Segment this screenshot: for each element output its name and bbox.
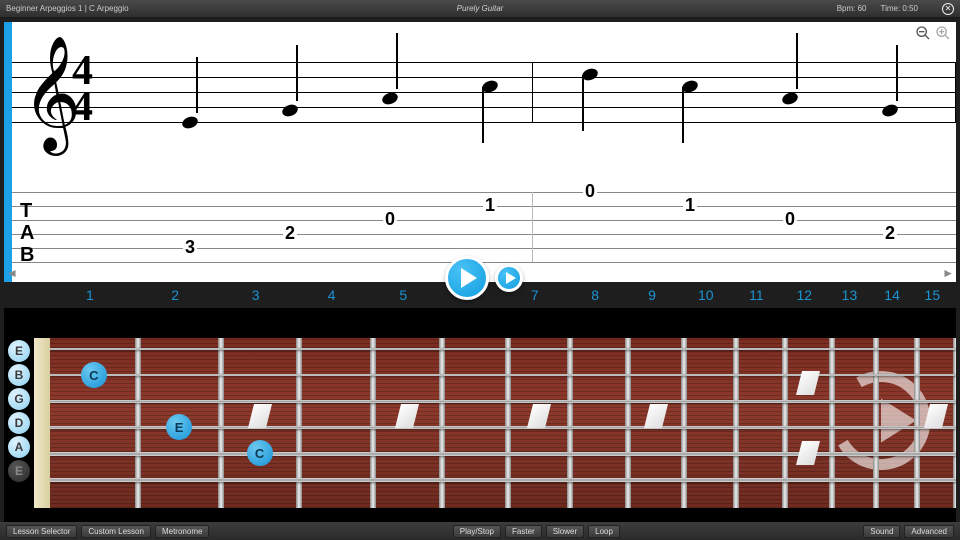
tab-letter: A	[20, 222, 34, 245]
tab-number: 0	[783, 209, 797, 230]
fret-wire	[439, 338, 445, 508]
slower-button[interactable]: Slower	[546, 525, 584, 538]
string	[50, 400, 956, 403]
notation-panel: 𝄞 4 4 TAB 3 2 0 1 0 1 0 2 ◄ ►	[4, 22, 956, 282]
open-string[interactable]: B	[8, 364, 30, 386]
string	[50, 478, 956, 482]
tab-number: 2	[883, 223, 897, 244]
fret-inlay	[527, 404, 551, 428]
zoom-in-button[interactable]	[934, 24, 952, 42]
tab-letter: T	[20, 200, 32, 223]
open-string[interactable]: E	[8, 460, 30, 482]
faster-button[interactable]: Faster	[505, 525, 542, 538]
scroll-left-button[interactable]: ◄	[6, 266, 18, 280]
fret-wire	[914, 338, 920, 508]
fret-inlay	[924, 404, 948, 428]
fret-wire	[829, 338, 835, 508]
lesson-selector-button[interactable]: Lesson Selector	[6, 525, 77, 538]
play-stop-button[interactable]: Play/Stop	[453, 525, 501, 538]
fret-number: 15	[913, 287, 952, 303]
nut	[34, 338, 50, 508]
string	[50, 374, 956, 376]
bottom-bar: Lesson Selector Custom Lesson Metronome Pl…	[0, 522, 960, 540]
string	[50, 452, 956, 456]
tab-number: 0	[383, 209, 397, 230]
fret-wire	[625, 338, 631, 508]
fret-number: 8	[566, 287, 625, 303]
fret-number: 4	[295, 287, 369, 303]
fret-inlay	[796, 441, 820, 465]
open-string[interactable]: D	[8, 412, 30, 434]
fretboard[interactable]: EBGDAE CEC	[4, 308, 956, 522]
fret-wire	[782, 338, 788, 508]
tab-letter: B	[20, 244, 34, 267]
fret-number: 10	[680, 287, 732, 303]
zoom-out-button[interactable]	[914, 24, 932, 42]
fret-number: 12	[781, 287, 827, 303]
tab-number: 1	[683, 195, 697, 216]
fret-wire	[135, 338, 141, 508]
tab-staff: TAB32010102	[12, 192, 956, 262]
open-string[interactable]: A	[8, 436, 30, 458]
top-bar: Beginner Arpeggios 1 | C Arpeggio Purely…	[0, 0, 960, 18]
fret-number: 13	[828, 287, 872, 303]
fret-wire	[296, 338, 302, 508]
fret-wire	[370, 338, 376, 508]
fret-wire	[733, 338, 739, 508]
fret-wire	[505, 338, 511, 508]
fret-wire	[873, 338, 879, 508]
fret-inlay	[248, 404, 272, 428]
fret-inlay	[395, 404, 419, 428]
tab-number: 2	[283, 223, 297, 244]
fret-inlay	[644, 404, 668, 428]
loop-button[interactable]: Loop	[588, 525, 620, 538]
fret-number: 14	[871, 287, 912, 303]
close-button[interactable]: ✕	[942, 3, 954, 15]
time-signature: 4 4	[72, 53, 93, 125]
scroll-right-button[interactable]: ►	[942, 266, 954, 280]
time-label: Time: 0:50	[881, 4, 919, 13]
metronome-button[interactable]: Metronome	[155, 525, 209, 538]
fret-number: 3	[217, 287, 295, 303]
advanced-button[interactable]: Advanced	[904, 525, 954, 538]
fretted-note[interactable]: E	[166, 414, 192, 440]
fret-wire	[218, 338, 224, 508]
fret-number: 9	[624, 287, 679, 303]
custom-lesson-button[interactable]: Custom Lesson	[81, 525, 151, 538]
fret-number: 2	[134, 287, 217, 303]
bpm-label: Bpm: 60	[837, 4, 867, 13]
app-logo: Purely Guitar	[457, 4, 504, 13]
fretted-note[interactable]: C	[81, 362, 107, 388]
string	[50, 348, 956, 350]
fret-number: 11	[732, 287, 781, 303]
lesson-title: Beginner Arpeggios 1 | C Arpeggio	[6, 4, 129, 13]
tab-number: 1	[483, 195, 497, 216]
open-string[interactable]: E	[8, 340, 30, 362]
fretted-note[interactable]: C	[247, 440, 273, 466]
play-half-speed-button[interactable]	[495, 264, 523, 292]
open-string[interactable]: G	[8, 388, 30, 410]
fret-inlay	[796, 371, 820, 395]
position-marker	[4, 22, 12, 282]
fret-wire	[681, 338, 687, 508]
sound-button[interactable]: Sound	[863, 525, 900, 538]
fret-number: 5	[368, 287, 438, 303]
tab-number: 3	[183, 237, 197, 258]
play-button[interactable]	[445, 256, 489, 300]
fret-wire	[567, 338, 573, 508]
fret-wire	[953, 338, 956, 508]
fret-number: 1	[46, 287, 134, 303]
tab-number: 0	[583, 181, 597, 202]
music-staff: 𝄞 4 4	[12, 62, 956, 122]
